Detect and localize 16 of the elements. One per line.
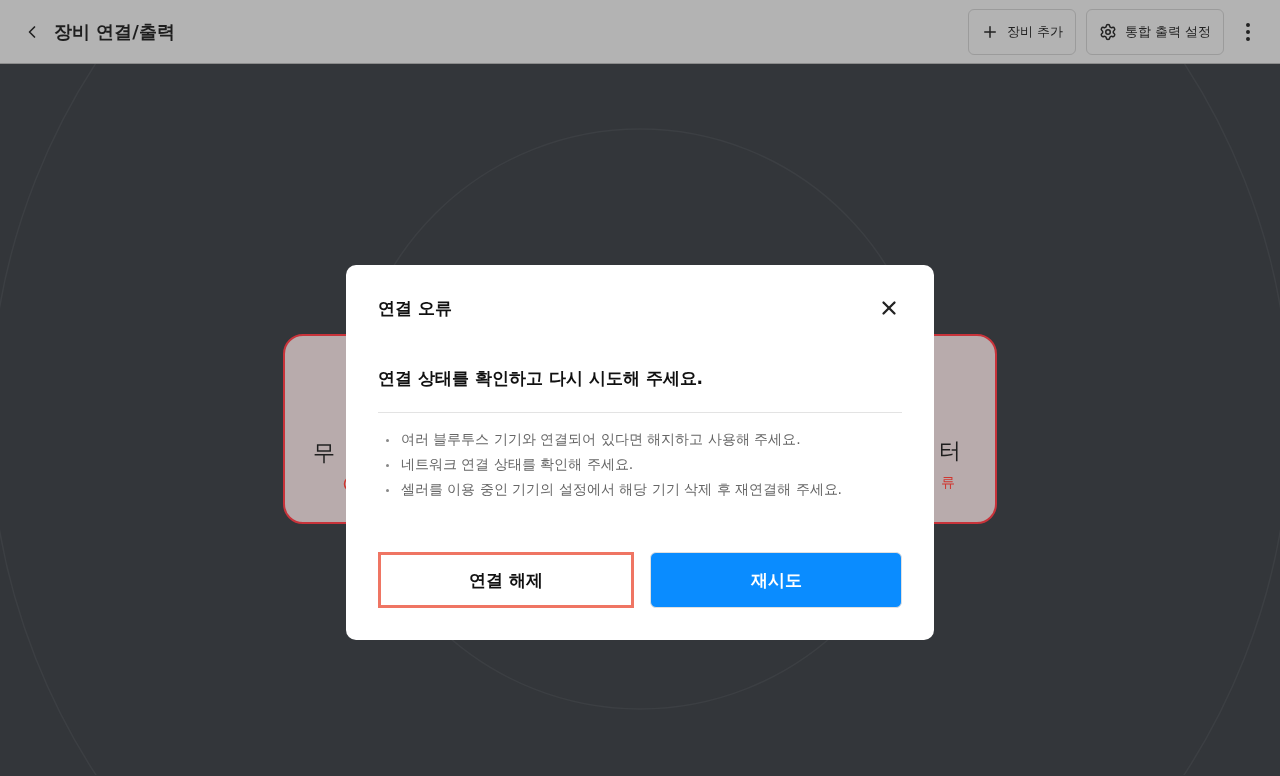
bullet-icon (386, 439, 389, 442)
tip-text: 네트워크 연결 상태를 확인해 주세요. (401, 456, 634, 474)
dialog-message: 연결 상태를 확인하고 다시 시도해 주세요. (378, 367, 705, 390)
device-status: 류 (941, 474, 955, 492)
settings-icon (1098, 22, 1117, 41)
tip-text: 여러 블루투스 기기와 연결되어 있다면 해지하고 사용해 주세요. (401, 431, 801, 449)
device-name: 터 (939, 437, 961, 465)
dialog-title: 연결 오류 (378, 296, 452, 320)
tip-text: 셀러를 이용 중인 기기의 설정에서 해당 기기 삭제 후 재연결해 주세요. (401, 481, 842, 499)
bullet-icon (386, 489, 389, 492)
device-name: 무 (313, 439, 335, 467)
output-settings-button[interactable]: 통합 출력 설정 (1085, 8, 1224, 55)
add-device-button[interactable]: 장비 추가 (967, 8, 1076, 55)
bullet-icon (386, 464, 389, 467)
disconnect-button[interactable]: 연결 해제 (378, 552, 634, 608)
page-title: 장비 연결/출력 (54, 19, 176, 44)
